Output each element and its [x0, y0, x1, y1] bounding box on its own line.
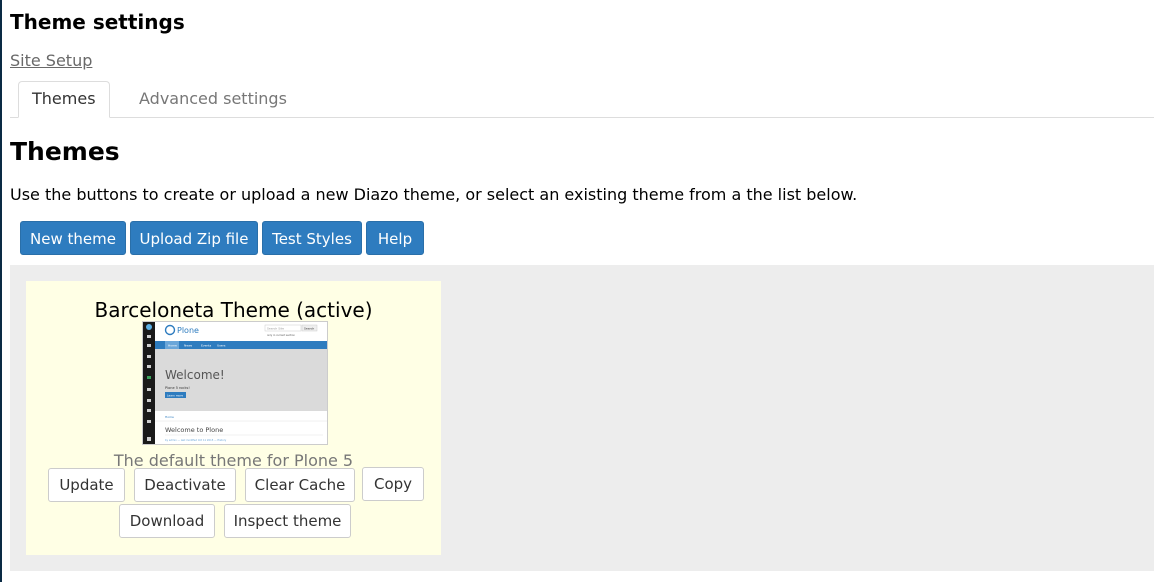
svg-text:Search Site: Search Site	[267, 327, 284, 331]
svg-text:Welcome to Plone: Welcome to Plone	[165, 426, 223, 434]
svg-text:Users: Users	[217, 344, 226, 348]
left-edge-bar	[0, 0, 2, 582]
preview-image: Plone Search Site Search only in current…	[143, 322, 327, 444]
new-theme-button[interactable]: New theme	[20, 221, 126, 255]
theme-card: Barceloneta Theme (active) Plone Search …	[26, 281, 441, 555]
themes-list: Barceloneta Theme (active) Plone Search …	[10, 265, 1154, 571]
download-button[interactable]: Download	[119, 504, 215, 538]
svg-text:Search: Search	[304, 327, 314, 331]
theme-preview-thumbnail[interactable]: Plone Search Site Search only in current…	[142, 321, 328, 445]
svg-text:Home: Home	[168, 344, 177, 348]
test-styles-button[interactable]: Test Styles	[262, 221, 362, 255]
toolbar-strip	[143, 322, 155, 444]
intro-text: Use the buttons to create or upload a ne…	[10, 185, 858, 204]
copy-button[interactable]: Copy	[362, 467, 424, 501]
tab-advanced-settings[interactable]: Advanced settings	[125, 81, 301, 117]
svg-text:Welcome!: Welcome!	[165, 368, 225, 382]
upload-zip-button[interactable]: Upload Zip file	[130, 221, 258, 255]
svg-text:only in current section: only in current section	[267, 333, 295, 337]
themes-heading: Themes	[10, 137, 120, 166]
theme-title: Barceloneta Theme (active)	[94, 298, 373, 322]
site-setup-link[interactable]: Site Setup	[10, 51, 92, 70]
svg-text:News: News	[184, 344, 193, 348]
tab-themes[interactable]: Themes	[18, 81, 110, 118]
inspect-theme-button[interactable]: Inspect theme	[224, 504, 351, 538]
clear-cache-button[interactable]: Clear Cache	[245, 468, 355, 502]
svg-text:Events: Events	[201, 344, 212, 348]
help-button[interactable]: Help	[366, 221, 424, 255]
svg-text:Home: Home	[165, 415, 174, 419]
update-button[interactable]: Update	[48, 468, 125, 502]
svg-text:by admin — last modified Oct 1: by admin — last modified Oct 11 2015 — H…	[165, 438, 227, 442]
page-title: Theme settings	[10, 10, 185, 34]
settings-tabs: Themes Advanced settings	[10, 81, 1154, 118]
preview-logo-text: Plone	[177, 326, 199, 335]
svg-text:Plone 5 rocks!: Plone 5 rocks!	[165, 386, 190, 390]
svg-text:Learn more: Learn more	[167, 394, 183, 398]
deactivate-button[interactable]: Deactivate	[134, 468, 236, 502]
